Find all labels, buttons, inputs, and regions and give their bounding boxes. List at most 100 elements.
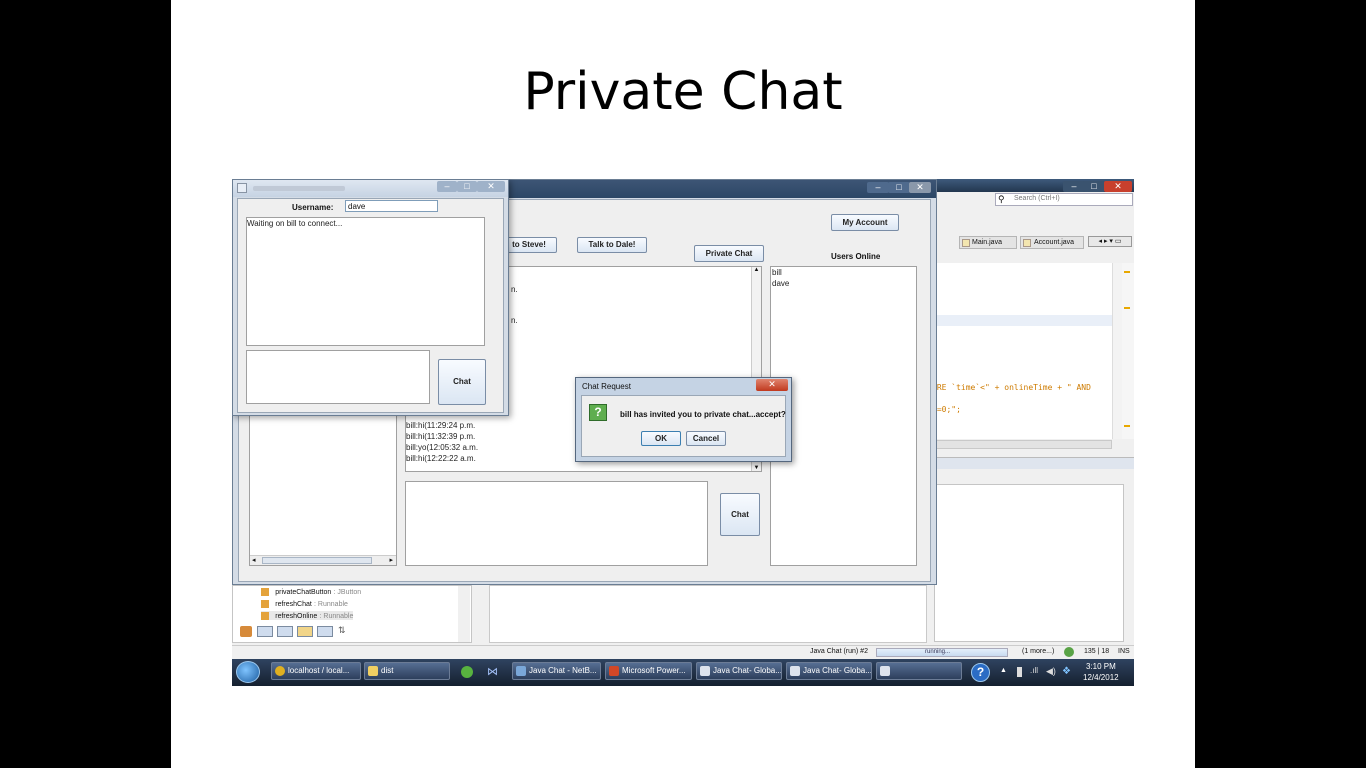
send-chat-button[interactable]: Chat (720, 493, 760, 536)
private-message-input[interactable] (246, 350, 430, 404)
talk-to-dale-button[interactable]: Talk to Dale! (577, 237, 647, 253)
editor-tab-main[interactable]: Main.java (959, 236, 1017, 249)
dialog-cancel-button[interactable]: Cancel (686, 431, 726, 446)
talk-to-steve-button[interactable]: to Steve! (501, 237, 557, 253)
taskbar-item-powerpoint[interactable]: Microsoft Power... (605, 662, 692, 680)
sort-icon[interactable]: ⇅ (338, 625, 346, 636)
clock-time[interactable]: 3:10 PM (1086, 662, 1116, 671)
taskbar-item-java[interactable] (876, 662, 962, 680)
volume-icon[interactable]: ◀) (1046, 666, 1056, 677)
app-icon[interactable]: ⋈ (487, 665, 498, 678)
status-message: Waiting on bill to connect... (247, 219, 343, 228)
run-label: Java Chat (run) #2 (810, 648, 868, 655)
private-maximize-button[interactable]: □ (457, 181, 477, 192)
user-list-item[interactable]: bill (772, 267, 782, 278)
navigator-item[interactable]: refreshChat : Runnable (261, 599, 348, 608)
more-tasks[interactable]: (1 more...) (1022, 648, 1054, 655)
global-close-button[interactable]: ✕ (909, 182, 931, 193)
message-input[interactable] (405, 481, 708, 566)
output-text-area[interactable] (934, 484, 1124, 642)
left-list-hscrollbar[interactable]: ◂ ▸ (250, 555, 396, 565)
update-icon[interactable] (1064, 647, 1074, 657)
navigator-item[interactable]: refreshOnline : Runnable (261, 611, 354, 620)
field-icon (261, 611, 269, 620)
network-icon[interactable]: .ıll (1030, 666, 1038, 675)
output-panel (932, 457, 1134, 643)
filter-icon[interactable] (240, 626, 252, 637)
error-stripe (1122, 263, 1134, 439)
navigator-item-type: : Runnable (314, 601, 348, 608)
netbeans-maximize-button[interactable]: □ (1083, 181, 1105, 192)
taskbar-item-java-chat-2[interactable]: Java Chat- Globa... (786, 662, 872, 680)
start-button[interactable] (236, 661, 260, 683)
my-account-button[interactable]: My Account (831, 214, 899, 231)
users-online-label: Users Online (831, 252, 881, 261)
username-field[interactable]: dave (345, 200, 438, 212)
run-progress-bar: running... (876, 648, 1008, 657)
filter-nonpublic-icon[interactable] (297, 626, 313, 637)
tray-app-icon[interactable]: ❖ (1062, 666, 1071, 677)
taskbar-item-java-chat-1[interactable]: Java Chat- Globa... (696, 662, 782, 680)
code-editor[interactable]: ERE `time`<" + onlineTime + " AND `=0;"; (932, 263, 1112, 439)
tab-nav-buttons[interactable]: ◂ ▸ ▾ ▭ (1088, 236, 1132, 247)
search-icon: ⚲ (998, 194, 1005, 204)
navigator-item-name: privateChatButton (275, 589, 332, 596)
netbeans-close-button[interactable]: ✕ (1104, 181, 1132, 192)
user-list-item[interactable]: dave (772, 278, 789, 289)
app-icon[interactable] (461, 666, 473, 678)
navigator-toolbar[interactable]: ⇅ (240, 625, 350, 639)
global-maximize-button[interactable]: □ (888, 182, 910, 193)
users-online-list[interactable]: bill dave (770, 266, 917, 566)
filter-fields-icon[interactable] (257, 626, 273, 637)
navigator-item-name: refreshChat (275, 601, 312, 608)
netbeans-search-box[interactable]: ⚲ Search (Ctrl+I) (995, 193, 1133, 206)
show-hidden-icons[interactable]: ▲ (1000, 667, 1007, 674)
horizontal-scrollbar[interactable] (932, 440, 1112, 449)
global-minimize-button[interactable]: – (867, 182, 889, 193)
taskbar-item-dist[interactable]: dist (364, 662, 450, 680)
progress-label: running... (925, 649, 951, 655)
filter-static-icon[interactable] (277, 626, 293, 637)
slide-title: Private Chat (523, 62, 843, 122)
dialog-close-button[interactable]: ✕ (756, 379, 788, 391)
slide: Private Chat – □ ✕ ⚲ Search (Ctrl+I) Mai… (171, 0, 1195, 768)
java-file-icon (962, 239, 970, 247)
taskbar: localhost / local... dist ⋈ Java Chat - … (232, 659, 1134, 686)
insert-mode: INS (1118, 648, 1130, 655)
editor-tab-account[interactable]: Account.java (1020, 236, 1084, 249)
chat-request-dialog: Chat Request ✕ ? bill has invited you to… (575, 377, 792, 462)
search-placeholder: Search (Ctrl+I) (1014, 195, 1060, 202)
editor-tab-label: Main.java (972, 239, 1002, 246)
help-icon[interactable]: ? (971, 663, 990, 682)
code-line: ERE `time`<" + onlineTime + " AND (932, 383, 1091, 392)
private-minimize-button[interactable]: – (437, 181, 457, 192)
screenshot: – □ ✕ ⚲ Search (Ctrl+I) Main.java Accoun… (232, 179, 1134, 686)
status-bar: Java Chat (run) #2 running... (1 more...… (232, 645, 1134, 659)
private-chat-history[interactable]: Waiting on bill to connect... (246, 217, 485, 346)
field-icon (261, 587, 269, 596)
blurred-title (253, 186, 345, 191)
navigator-scrollbar[interactable] (458, 586, 470, 642)
navigator-item-type: : JButton (333, 589, 362, 596)
chat-message: bill:hi(11:29:24 p.m. (406, 421, 476, 430)
editor-scrollbar[interactable] (1112, 263, 1122, 439)
taskbar-item-chrome[interactable]: localhost / local... (271, 662, 361, 680)
private-send-chat-button[interactable]: Chat (438, 359, 486, 405)
dialog-message: bill has invited you to private chat...a… (620, 410, 786, 419)
navigator-item-type: : Runnable (319, 613, 354, 620)
private-close-button[interactable]: ✕ (477, 181, 505, 192)
taskbar-item-netbeans[interactable]: Java Chat - NetB... (512, 662, 601, 680)
dialog-ok-button[interactable]: OK (641, 431, 681, 446)
private-chat-button[interactable]: Private Chat (694, 245, 764, 262)
navigator-item[interactable]: privateChatButton : JButton (261, 587, 361, 596)
caret-position: 135 | 18 (1084, 648, 1110, 655)
clock-date[interactable]: 12/4/2012 (1083, 673, 1119, 682)
netbeans-minimize-button[interactable]: – (1063, 181, 1085, 192)
dialog-body: ? bill has invited you to private chat..… (581, 395, 786, 457)
battery-icon[interactable] (1017, 667, 1022, 677)
chat-message: bill:hi(11:32:39 p.m. (406, 432, 476, 441)
output-editor-pane[interactable] (489, 585, 927, 643)
current-line-highlight (932, 315, 1112, 326)
java-icon (237, 183, 247, 193)
filter-inherited-icon[interactable] (317, 626, 333, 637)
